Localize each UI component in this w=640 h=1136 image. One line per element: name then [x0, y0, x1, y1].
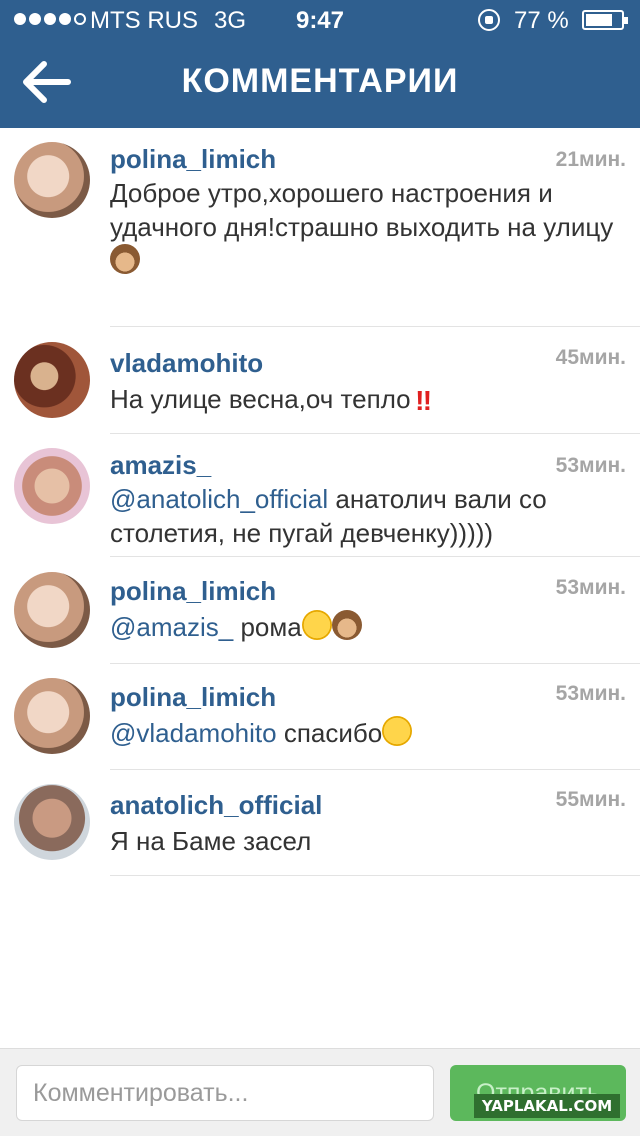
mention-link[interactable]: @amazis_: [110, 612, 233, 642]
mention-link[interactable]: @vladamohito: [110, 718, 277, 748]
comment-time: 53мин.: [555, 454, 626, 477]
comment-username[interactable]: polina_limich: [110, 576, 276, 607]
comment-time: 53мин.: [555, 682, 626, 705]
comment-item: polina_limich 53мин. @vladamohito спасиб…: [0, 664, 640, 770]
comment-item: polina_limich 53мин. @amazis_ рома: [0, 558, 640, 664]
comment-item: amazis_ 53мин. @anatolich_official анато…: [0, 434, 640, 558]
page-title: КОММЕНТАРИИ: [181, 62, 459, 100]
double-exclamation-icon: ‼: [415, 385, 433, 416]
comment-text: Я на Баме засел: [110, 826, 312, 856]
comment-username[interactable]: anatolich_official: [110, 790, 322, 821]
comment-input[interactable]: [16, 1065, 434, 1121]
comment-composer: Отправить: [0, 1048, 640, 1136]
battery-icon: [582, 10, 628, 30]
comment-username[interactable]: amazis_: [110, 450, 211, 481]
mention-link[interactable]: @anatolich_official: [110, 484, 328, 514]
comment-text: Доброе утро,хорошего настроения и удачно…: [110, 176, 622, 278]
status-bar: MTS RUS 3G 9:47 77 %: [0, 0, 640, 40]
avatar[interactable]: [14, 342, 90, 418]
avatar[interactable]: [14, 678, 90, 754]
avatar[interactable]: [14, 142, 90, 218]
divider: [110, 875, 640, 876]
divider: [110, 326, 640, 327]
watermark-badge: YAPLAKAL.COM: [474, 1094, 620, 1118]
comment-text: @vladamohito спасибо: [110, 716, 622, 750]
comment-time: 53мин.: [555, 576, 626, 599]
comment-text: @amazis_ рома: [110, 610, 622, 644]
comment-time: 21мин.: [555, 148, 626, 171]
divider: [110, 556, 640, 557]
avatar[interactable]: [14, 572, 90, 648]
see-no-evil-monkey-icon: [110, 244, 140, 274]
comment-username[interactable]: polina_limich: [110, 682, 276, 713]
comment-time: 55мин.: [555, 788, 626, 811]
avatar[interactable]: [14, 448, 90, 524]
comment-time: 45мин.: [555, 346, 626, 369]
comment-text: На улице весна,оч тепло ‼: [110, 382, 622, 416]
see-no-evil-monkey-icon: [331, 610, 362, 640]
rotation-lock-icon: [478, 9, 500, 31]
comment-item: polina_limich 21мин. Доброе утро,хорошег…: [0, 128, 640, 328]
comment-username[interactable]: polina_limich: [110, 144, 276, 175]
comment-username[interactable]: vladamohito: [110, 348, 263, 379]
header-bar: MTS RUS 3G 9:47 77 % КОММЕНТАРИИ: [0, 0, 640, 128]
comment-item: anatolich_official 55мин. Я на Баме засе…: [0, 770, 640, 876]
avatar[interactable]: [14, 784, 90, 860]
comment-item: vladamohito 45мин. На улице весна,оч теп…: [0, 328, 640, 434]
battery-percent: 77 %: [514, 7, 569, 34]
tears-of-joy-icon: [301, 610, 332, 640]
comment-text: @anatolich_official анатолич вали со сто…: [110, 484, 547, 548]
winking-face-icon: [382, 716, 413, 746]
